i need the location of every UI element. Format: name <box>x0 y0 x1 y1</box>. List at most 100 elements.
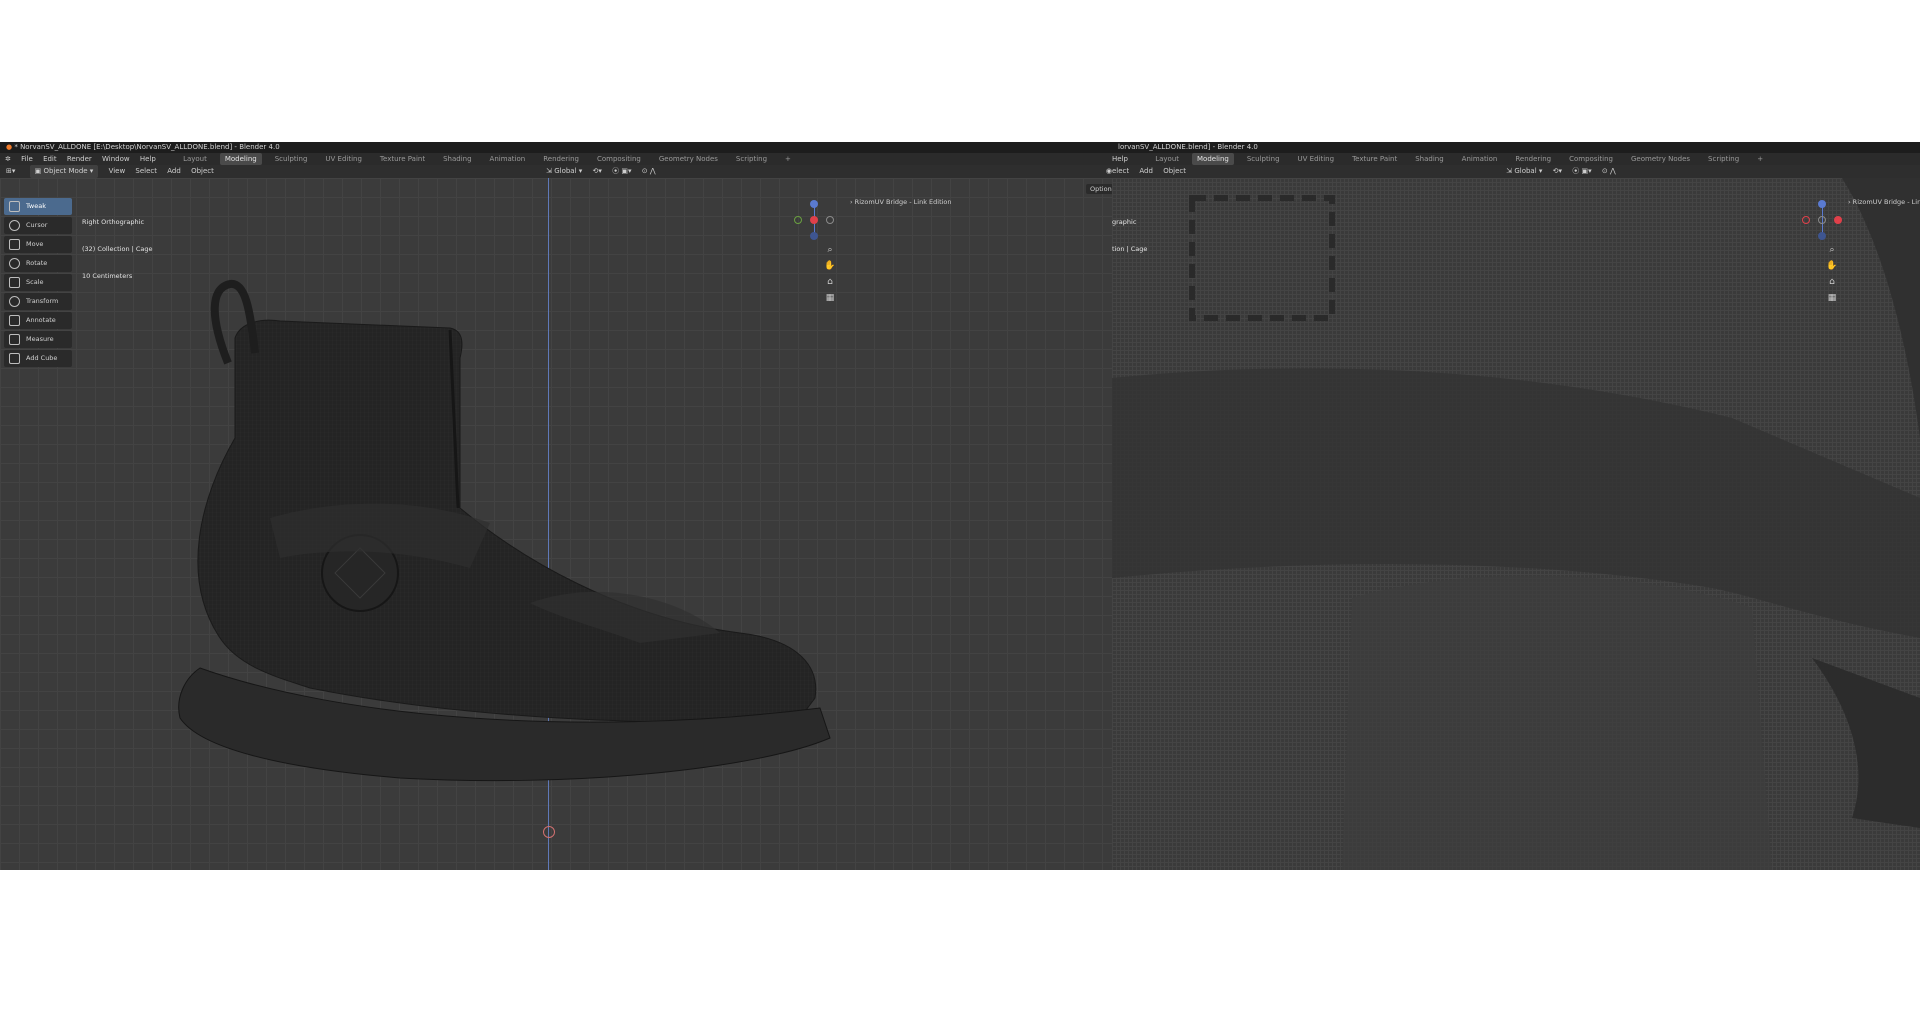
menu-help[interactable]: Help <box>1112 153 1128 165</box>
tool-measure[interactable]: Measure <box>4 331 72 348</box>
menu-object[interactable]: Object <box>1163 165 1186 178</box>
menu-edit[interactable]: Edit <box>43 153 57 165</box>
tab-shading[interactable]: Shading <box>1410 153 1448 165</box>
viewport-header: ⊞▾ ▣ Object Mode ▾ View Select Add Objec… <box>0 165 1112 178</box>
3d-viewport[interactable]: Right Orthographic (32) Collection | Cag… <box>0 178 1112 870</box>
gizmo-z-negative[interactable] <box>810 232 818 240</box>
pivot-icon[interactable]: ⟲▾ <box>593 165 602 178</box>
pencil-icon <box>9 315 20 326</box>
tool-add-cube[interactable]: Add Cube <box>4 350 72 367</box>
menu-add[interactable]: Add <box>167 165 181 178</box>
tab-scripting[interactable]: Scripting <box>1703 153 1744 165</box>
tool-transform[interactable]: Transform <box>4 293 72 310</box>
add-workspace-button[interactable]: + <box>1752 153 1768 165</box>
gizmo-z-positive[interactable] <box>1818 200 1826 208</box>
tool-tweak[interactable]: Tweak <box>4 198 72 215</box>
tab-compositing[interactable]: Compositing <box>592 153 646 165</box>
menu-file[interactable]: File <box>21 153 33 165</box>
navigation-gizmo[interactable] <box>1802 200 1842 240</box>
menu-object[interactable]: Object <box>191 165 214 178</box>
snap-icon[interactable]: ⦿ ▣▾ <box>612 165 631 178</box>
mode-select[interactable]: ▣ Object Mode ▾ <box>29 165 99 178</box>
tab-scripting[interactable]: Scripting <box>731 153 772 165</box>
tab-animation[interactable]: Animation <box>1457 153 1503 165</box>
tool-label: Tweak <box>26 202 46 210</box>
tool-label: Add Cube <box>26 354 58 362</box>
blender-logo-icon: ● <box>6 143 13 151</box>
tab-geometry-nodes[interactable]: Geometry Nodes <box>654 153 723 165</box>
menu-select[interactable]: elect <box>1112 165 1129 178</box>
proportional-edit-icon[interactable]: ⊙ ⋀ <box>1602 165 1616 178</box>
blender-menu-icon[interactable]: ✲ <box>5 153 11 165</box>
pivot-icon[interactable]: ⟲▾ <box>1553 165 1562 178</box>
navigation-gizmo[interactable] <box>788 200 834 240</box>
tab-shading[interactable]: Shading <box>438 153 476 165</box>
gizmo-y-positive[interactable] <box>1818 216 1826 224</box>
3d-viewport-closeup[interactable]: graphic tion | Cage ⌕ ✋ ⌂ ▦ › RizomUV Br… <box>1112 178 1920 870</box>
rotate-icon <box>9 258 20 269</box>
menu-help[interactable]: Help <box>140 153 156 165</box>
tab-layout[interactable]: Layout <box>1150 153 1184 165</box>
tab-compositing[interactable]: Compositing <box>1564 153 1618 165</box>
grid-toggle-icon[interactable]: ▦ <box>1826 292 1838 304</box>
side-strap <box>1812 658 1920 828</box>
tab-sculpting[interactable]: Sculpting <box>270 153 313 165</box>
editor-type-icon[interactable]: ⊞▾ <box>6 165 15 178</box>
mode-label: Object Mode <box>43 167 88 175</box>
tab-uv-editing[interactable]: UV Editing <box>320 153 367 165</box>
pan-hand-icon[interactable]: ✋ <box>1826 260 1838 272</box>
move-arrows-icon <box>9 239 20 250</box>
menu-window[interactable]: Window <box>102 153 130 165</box>
transform-icon <box>9 296 20 307</box>
menu-view[interactable]: View <box>109 165 126 178</box>
menu-select[interactable]: Select <box>135 165 157 178</box>
tool-annotate[interactable]: Annotate <box>4 312 72 329</box>
proportional-edit-icon[interactable]: ⊙ ⋀ <box>642 165 656 178</box>
upper-seam-square <box>1189 195 1335 321</box>
tool-scale[interactable]: Scale <box>4 274 72 291</box>
gizmo-z-negative[interactable] <box>1818 232 1826 240</box>
tab-rendering[interactable]: Rendering <box>538 153 584 165</box>
gizmo-x-positive[interactable] <box>810 216 818 224</box>
menu-add[interactable]: Add <box>1139 165 1153 178</box>
cube-icon <box>9 353 20 364</box>
shoe-model[interactable] <box>160 248 1000 798</box>
zoom-icon[interactable]: ⌕ <box>1826 244 1838 256</box>
tab-texture-paint[interactable]: Texture Paint <box>375 153 430 165</box>
camera-icon[interactable]: ⌂ <box>1826 276 1838 288</box>
object-origin-icon[interactable] <box>543 826 555 838</box>
tab-modeling[interactable]: Modeling <box>1192 153 1234 165</box>
tab-texture-paint[interactable]: Texture Paint <box>1347 153 1402 165</box>
tab-uv-editing[interactable]: UV Editing <box>1293 153 1340 165</box>
orientation-label: Global <box>1514 167 1537 175</box>
tool-label: Transform <box>26 297 59 305</box>
tab-animation[interactable]: Animation <box>485 153 531 165</box>
gizmo-z-positive[interactable] <box>810 200 818 208</box>
tab-rendering[interactable]: Rendering <box>1510 153 1556 165</box>
gizmo-x-positive[interactable] <box>1834 216 1842 224</box>
menu-render[interactable]: Render <box>67 153 92 165</box>
gizmo-x-negative[interactable] <box>1802 216 1810 224</box>
transform-orientation-select[interactable]: ⇲ Global ▾ <box>546 165 582 178</box>
closeup-mesh[interactable] <box>1112 178 1920 870</box>
tab-layout[interactable]: Layout <box>178 153 212 165</box>
rizomuv-panel-label[interactable]: › RizomUV Bridge - Link E <box>1848 198 1920 206</box>
transform-orientation-select[interactable]: ⇲ Global ▾ <box>1506 165 1542 178</box>
gizmo-y-negative[interactable] <box>794 216 802 224</box>
blender-window-right: lorvanSV_ALLDONE.blend] - Blender 4.0 He… <box>1112 142 1920 870</box>
tool-cursor[interactable]: Cursor <box>4 217 72 234</box>
tab-sculpting[interactable]: Sculpting <box>1242 153 1285 165</box>
top-menubar: ✲ File Edit Render Window Help Layout Mod… <box>0 153 1112 165</box>
add-workspace-button[interactable]: + <box>780 153 796 165</box>
options-button[interactable]: Options <box>1086 184 1112 194</box>
tool-rotate[interactable]: Rotate <box>4 255 72 272</box>
tab-modeling[interactable]: Modeling <box>219 153 262 165</box>
rizomuv-panel-label[interactable]: › RizomUV Bridge - Link Edition <box>850 198 952 206</box>
collection-info: (32) Collection | Cage <box>82 245 153 253</box>
gizmo-y-positive[interactable] <box>826 216 834 224</box>
tool-move[interactable]: Move <box>4 236 72 253</box>
tool-label: Scale <box>26 278 44 286</box>
window-title: * NorvanSV_ALLDONE [E:\Desktop\NorvanSV_… <box>14 143 280 151</box>
tab-geometry-nodes[interactable]: Geometry Nodes <box>1626 153 1695 165</box>
snap-icon[interactable]: ⦿ ▣▾ <box>1572 165 1591 178</box>
